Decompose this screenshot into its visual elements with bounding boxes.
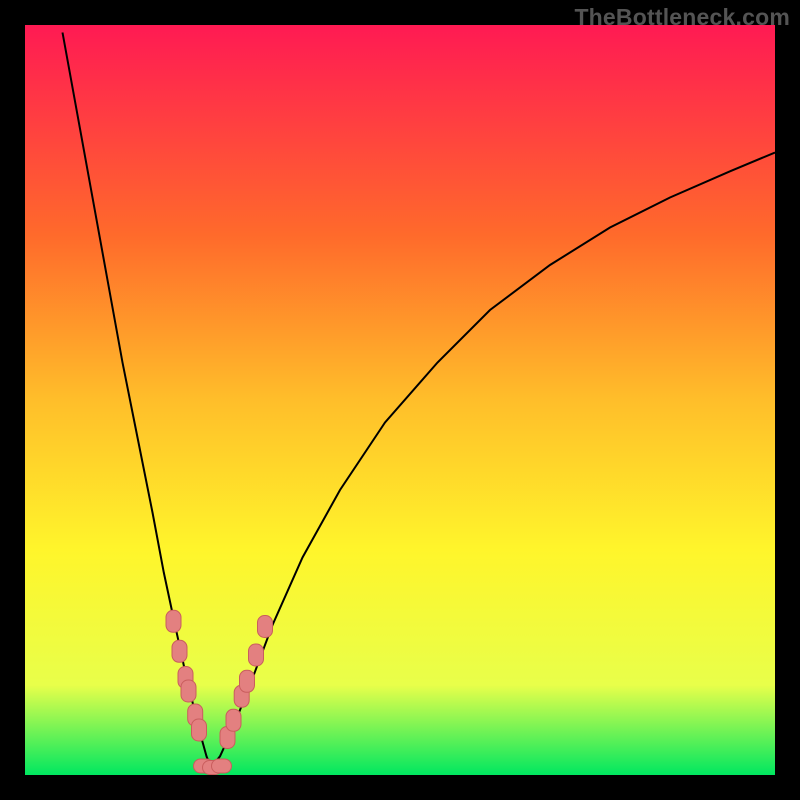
node-bottom xyxy=(212,759,232,773)
node-left xyxy=(181,680,196,702)
node-right xyxy=(226,709,241,731)
chart-container: TheBottleneck.com xyxy=(0,0,800,800)
node-left xyxy=(192,719,207,741)
gradient-background xyxy=(25,25,775,775)
watermark-text: TheBottleneck.com xyxy=(574,4,790,31)
node-left xyxy=(166,610,181,632)
node-right xyxy=(240,670,255,692)
node-left xyxy=(172,640,187,662)
plot-area xyxy=(25,25,775,775)
chart-svg xyxy=(25,25,775,775)
node-right xyxy=(249,644,264,666)
node-right xyxy=(258,616,273,638)
